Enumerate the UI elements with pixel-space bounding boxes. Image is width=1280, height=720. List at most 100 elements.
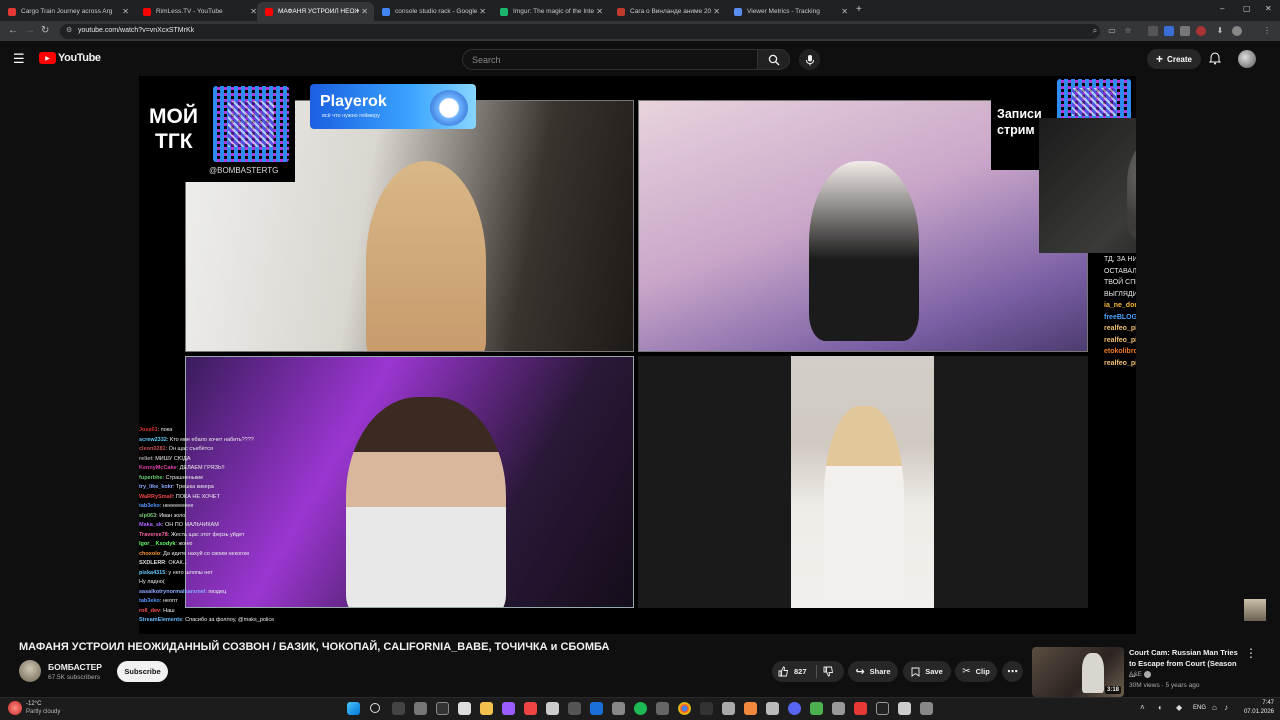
reload-icon[interactable]: ↻ [41,25,49,36]
extension-icon[interactable] [1164,26,1174,36]
account-avatar[interactable] [1238,50,1256,68]
browser-tab[interactable]: Cargo Train Journey across Arg ✕ [0,2,135,21]
app-icon[interactable] [524,702,537,715]
minecraft-icon[interactable] [810,702,823,715]
app-icon[interactable] [546,702,559,715]
video-player[interactable]: МОЙ ТГК @BOMBASTERTG Playerok всё что ну… [139,76,1136,634]
tab-close-icon[interactable]: ✕ [479,7,486,16]
subscribe-button[interactable]: Subscribe [117,661,168,682]
spotify-icon[interactable] [634,702,647,715]
app-icon[interactable] [700,702,713,715]
plus-icon: + [1156,52,1164,66]
tray-overflow-icon[interactable]: ˄ [1140,703,1145,712]
browser-tab[interactable]: Imgur: The magic of the Interne✕ [492,2,609,21]
downloads-icon[interactable]: ⬇ [1215,26,1225,36]
task-view-icon[interactable] [392,702,405,715]
browser-menu-icon[interactable]: ⋮ [1262,26,1272,36]
app-icon[interactable] [898,702,911,715]
more-horizontal-icon: ⋯ [1007,666,1018,678]
clip-button[interactable]: ✂ Clip [955,661,997,682]
extension-icon[interactable] [1196,26,1206,36]
thumbs-down-icon[interactable] [823,666,834,677]
corner-thumbnail[interactable] [1244,599,1266,621]
app-icon[interactable] [436,702,449,715]
chat-message-text: Наш [163,607,175,614]
streamer-figure [809,161,919,341]
back-icon[interactable]: ← [8,25,18,36]
tab-close-icon[interactable]: ✕ [122,7,129,16]
app-icon[interactable] [414,702,427,715]
search-button[interactable] [757,49,790,70]
more-actions-button[interactable]: ⋯ [1002,661,1023,682]
notifications-bell-icon[interactable] [1209,52,1221,65]
suggested-video-thumbnail[interactable]: 3:18 [1032,647,1124,697]
discord-icon[interactable] [788,702,801,715]
address-bar[interactable]: ⚙ youtube.com/watch?v=vnXcxSTMrKk [60,24,1100,39]
volume-icon[interactable]: ♪ [1224,703,1228,712]
bookmark-star-icon[interactable]: ☆ [1123,26,1133,36]
tab-close-icon[interactable]: ✕ [841,7,848,16]
start-menu-icon[interactable] [347,702,360,715]
app-icon[interactable] [744,702,757,715]
suggestion-menu-icon[interactable]: ⋮ [1245,646,1257,660]
zoom-icon[interactable]: ⌕ [1090,26,1100,36]
tray-app-icon[interactable]: ◐ [1158,703,1163,712]
create-button[interactable]: + Create [1147,49,1201,69]
tab-close-icon[interactable]: ✕ [361,7,368,16]
browser-tab[interactable]: Сага о Винланде аниме 2019-✕ [609,2,726,21]
site-info-icon[interactable]: ⚙ [66,26,72,34]
app-icon[interactable] [766,702,779,715]
app-icon[interactable] [458,702,471,715]
input-language[interactable]: ENG [1193,705,1206,711]
share-button[interactable]: ↪ Share [848,661,898,682]
voice-search-button[interactable] [799,49,820,70]
save-button[interactable]: Save [903,661,951,682]
clock-time[interactable]: 7:47 [1240,700,1274,706]
profile-avatar-icon[interactable] [1232,26,1242,36]
file-explorer-icon[interactable] [480,702,493,715]
hamburger-menu-icon[interactable]: ☰ [13,51,25,67]
app-icon[interactable] [876,702,889,715]
chat-username: SXDLERR [139,560,166,566]
channel-name[interactable]: БОМБАСТЕР [48,662,102,672]
tray-app-icon[interactable]: ◆ [1176,703,1182,712]
weather-icon[interactable] [8,701,22,715]
suggested-video-channel[interactable]: A&E [1129,671,1151,678]
extension-icon[interactable] [1180,26,1190,36]
app-icon[interactable] [502,702,515,715]
steam-icon[interactable] [590,702,603,715]
app-icon[interactable] [854,702,867,715]
chat-message-text: Кто мне ебало хочет набить???? [169,436,254,443]
app-icon[interactable] [832,702,845,715]
tab-close-icon[interactable]: ✕ [250,7,257,16]
channel-avatar[interactable] [19,660,41,682]
like-button[interactable]: 827 [778,666,807,677]
chat-message-text: пока [160,427,173,433]
network-icon[interactable]: ⌂ [1212,703,1217,712]
app-icon[interactable] [722,702,735,715]
close-window-icon[interactable]: ✕ [1265,4,1272,13]
chrome-icon[interactable] [678,702,691,715]
browser-tab[interactable]: Viewer Metrics - Tracking ✕ [726,2,854,21]
app-icon[interactable] [568,702,581,715]
app-icon[interactable] [920,702,933,715]
browser-tab[interactable]: console studio rack - Google S ✕ [374,2,492,21]
maximize-window-icon[interactable]: ▢ [1243,4,1251,13]
chat-username: etokolibrov [1104,348,1136,355]
app-icon[interactable] [656,702,669,715]
search-input[interactable]: Search [462,49,758,70]
forward-icon[interactable]: → [25,25,35,36]
tab-close-icon[interactable]: ✕ [713,7,720,16]
app-icon[interactable] [612,702,625,715]
new-tab-icon[interactable]: + [856,4,862,15]
cast-icon[interactable]: ▭ [1107,26,1117,36]
browser-tab-strip: Cargo Train Journey across Arg ✕ RimLess.T… [0,0,1280,21]
youtube-logo[interactable]: ▶ YouTube [39,52,101,64]
extension-icon[interactable] [1148,26,1158,36]
browser-tab[interactable]: МАФАНЯ УСТРОИЛ НЕОЖИДАН...✕ [257,2,374,21]
search-taskbar-icon[interactable] [370,703,380,713]
minimize-window-icon[interactable]: – [1220,4,1224,13]
clock-date[interactable]: 07.01.2026 [1236,709,1274,715]
tab-close-icon[interactable]: ✕ [596,7,603,16]
browser-tab[interactable]: RimLess.TV - YouTube ✕ [135,2,263,21]
